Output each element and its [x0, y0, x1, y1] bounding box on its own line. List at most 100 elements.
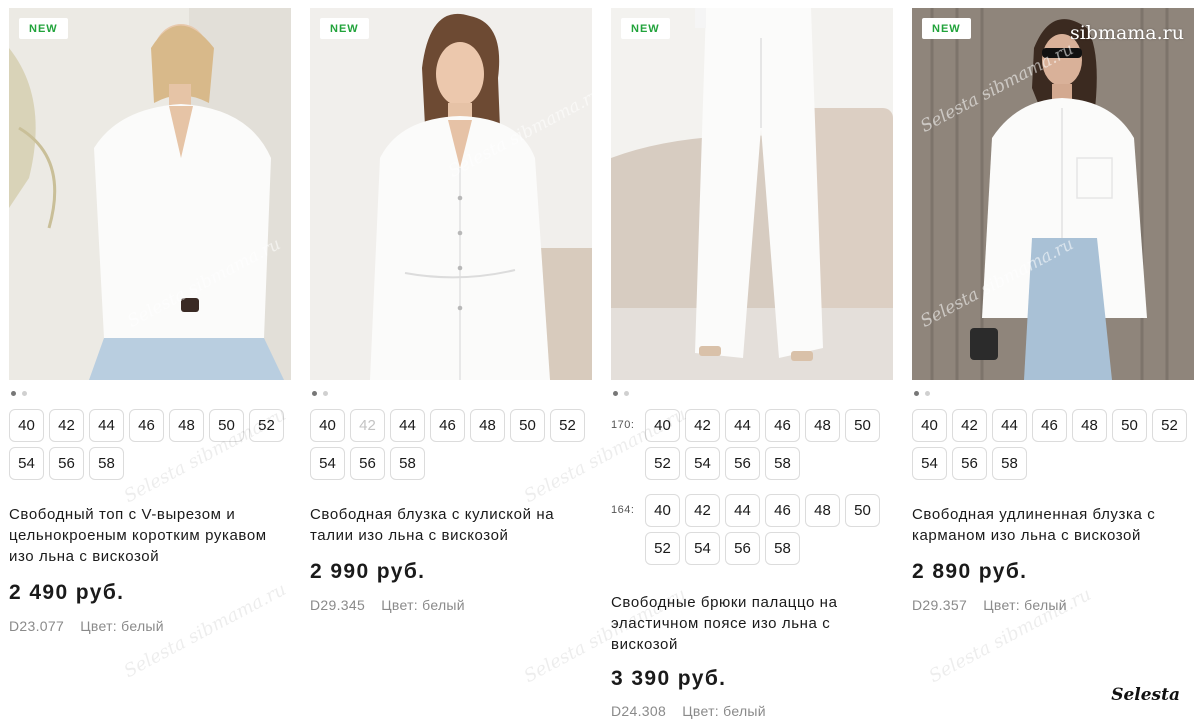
size-option[interactable]: 56: [49, 447, 84, 480]
product-photo[interactable]: NEW: [611, 8, 893, 380]
size-option[interactable]: 58: [992, 447, 1027, 480]
size-option[interactable]: 54: [912, 447, 947, 480]
size-option[interactable]: 58: [765, 447, 800, 480]
height-label: 164:: [611, 504, 635, 516]
size-list: 40 42 44 46 48 50 52 54 56 58: [645, 409, 895, 485]
product-color: Цвет: белый: [983, 597, 1067, 613]
product-sku: D29.345: [310, 597, 366, 613]
size-option[interactable]: 48: [805, 409, 840, 442]
product-price: 2 490 руб.: [9, 581, 125, 604]
size-option[interactable]: 42: [685, 409, 720, 442]
size-option[interactable]: 46: [129, 409, 164, 442]
product-card[interactable]: NEW Selesta sibmama.ru 40 42 44 46 48 50…: [9, 8, 291, 634]
size-option[interactable]: 42: [49, 409, 84, 442]
product-meta: D23.077 Цвет: белый: [9, 618, 291, 634]
carousel-dot[interactable]: [914, 390, 919, 396]
carousel-dot[interactable]: [624, 390, 629, 396]
size-option[interactable]: 50: [510, 409, 545, 442]
size-option[interactable]: 48: [470, 409, 505, 442]
size-option[interactable]: 48: [1072, 409, 1107, 442]
size-option[interactable]: 56: [725, 532, 760, 565]
product-color: Цвет: белый: [80, 618, 164, 634]
size-option[interactable]: 52: [249, 409, 284, 442]
product-title[interactable]: Свободная блузка с кулиской на талии изо…: [310, 504, 592, 546]
product-card[interactable]: NEW sibmama.ru Selesta sibmama.ru Selest…: [912, 8, 1194, 613]
size-option[interactable]: 40: [310, 409, 345, 442]
new-badge: NEW: [19, 18, 68, 39]
product-title[interactable]: Свободный топ с V-вырезом и цельнокроены…: [9, 504, 291, 567]
product-price: 2 890 руб.: [912, 560, 1028, 583]
product-photo[interactable]: NEW Selesta sibmama.ru: [9, 8, 291, 380]
size-list: 40 42 44 46 48 50 52 54 56 58: [645, 494, 895, 570]
carousel-dot[interactable]: [323, 390, 328, 396]
photo-top-woman: [9, 8, 291, 380]
size-option[interactable]: 40: [9, 409, 44, 442]
size-list: 40 42 44 46 48 50 52 54 56 58: [912, 409, 1194, 485]
size-option[interactable]: 44: [89, 409, 124, 442]
size-option[interactable]: 54: [310, 447, 345, 480]
carousel-dot[interactable]: [11, 390, 16, 396]
product-price: 2 990 руб.: [310, 560, 426, 583]
size-option[interactable]: 52: [645, 532, 680, 565]
size-option[interactable]: 52: [1152, 409, 1187, 442]
size-option[interactable]: 44: [725, 409, 760, 442]
brand-logo: Selesta: [1111, 685, 1180, 705]
size-option[interactable]: 46: [765, 409, 800, 442]
new-badge: NEW: [621, 18, 670, 39]
size-option[interactable]: 54: [685, 532, 720, 565]
size-list: 40 42 44 46 48 50 52 54 56 58: [310, 409, 592, 485]
size-option[interactable]: 42: [952, 409, 987, 442]
new-badge: NEW: [922, 18, 971, 39]
size-option[interactable]: 44: [390, 409, 425, 442]
size-option[interactable]: 54: [9, 447, 44, 480]
size-option[interactable]: 48: [805, 494, 840, 527]
product-photo[interactable]: NEW Selesta sibmama.ru: [310, 8, 592, 380]
height-group-164: 164: 40 42 44 46 48 50 52 54 56 58: [611, 494, 893, 570]
new-badge: NEW: [320, 18, 369, 39]
size-option[interactable]: 52: [550, 409, 585, 442]
carousel-dots: [310, 386, 592, 400]
size-option[interactable]: 40: [645, 409, 680, 442]
size-option[interactable]: 52: [645, 447, 680, 480]
carousel-dot[interactable]: [613, 390, 618, 396]
size-option[interactable]: 56: [725, 447, 760, 480]
product-price: 3 390 руб.: [611, 667, 727, 690]
size-option[interactable]: 42: [685, 494, 720, 527]
size-option[interactable]: 50: [845, 409, 880, 442]
size-option[interactable]: 56: [350, 447, 385, 480]
size-option[interactable]: 40: [645, 494, 680, 527]
product-sku: D23.077: [9, 618, 65, 634]
product-meta: D29.345 Цвет: белый: [310, 597, 592, 613]
size-option[interactable]: 46: [1032, 409, 1067, 442]
size-option[interactable]: 58: [89, 447, 124, 480]
size-option[interactable]: 44: [725, 494, 760, 527]
size-option[interactable]: 46: [430, 409, 465, 442]
product-title[interactable]: Свободная удлиненная блузка с карманом и…: [912, 504, 1194, 546]
carousel-dot[interactable]: [22, 390, 27, 396]
carousel-dots: [912, 386, 1194, 400]
carousel-dots: [9, 386, 291, 400]
product-card[interactable]: NEW 170: 40 42 44 46 48 50 52 54 56 58 1…: [611, 8, 893, 719]
size-option[interactable]: 50: [209, 409, 244, 442]
size-option[interactable]: 58: [390, 447, 425, 480]
site-watermark: sibmama.ru: [1069, 22, 1184, 44]
size-option[interactable]: 48: [169, 409, 204, 442]
product-sku: D29.357: [912, 597, 968, 613]
product-title[interactable]: Свободные брюки палаццо на эластичном по…: [611, 592, 893, 655]
product-color: Цвет: белый: [381, 597, 465, 613]
product-card[interactable]: NEW Selesta sibmama.ru 40 42 44 46 48 50…: [310, 8, 592, 613]
carousel-dot[interactable]: [312, 390, 317, 396]
size-option[interactable]: 40: [912, 409, 947, 442]
size-option[interactable]: 44: [992, 409, 1027, 442]
size-option[interactable]: 56: [952, 447, 987, 480]
carousel-dot[interactable]: [925, 390, 930, 396]
height-group-170: 170: 40 42 44 46 48 50 52 54 56 58: [611, 409, 893, 485]
product-meta: D24.308 Цвет: белый: [611, 703, 893, 719]
photo-blouse-woman: [310, 8, 592, 380]
size-option[interactable]: 50: [845, 494, 880, 527]
product-photo[interactable]: NEW sibmama.ru Selesta sibmama.ru Selest…: [912, 8, 1194, 380]
size-option[interactable]: 46: [765, 494, 800, 527]
size-option[interactable]: 58: [765, 532, 800, 565]
size-option[interactable]: 50: [1112, 409, 1147, 442]
size-option[interactable]: 54: [685, 447, 720, 480]
